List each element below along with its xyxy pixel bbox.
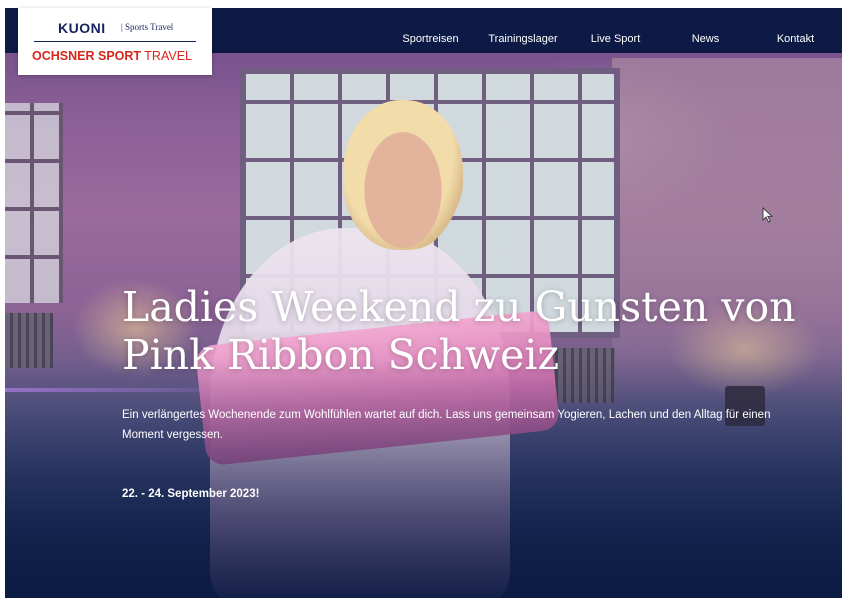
main-navigation: Sportreisen Trainingslager Live Sport Ne… <box>388 16 838 61</box>
nav-item-news[interactable]: News <box>658 33 753 45</box>
nav-link-kontakt[interactable]: Kontakt <box>753 33 838 45</box>
hero-description: Ein verlängertes Wochenende zum Wohlfühl… <box>122 409 771 441</box>
site-logo[interactable]: KUONI | Sports Travel OCHSNER SPORT TRAV… <box>18 8 212 75</box>
nav-link-news[interactable]: News <box>658 33 753 45</box>
logo-kuoni-subtitle: | Sports Travel <box>121 22 174 32</box>
nav-link-trainingslager[interactable]: Trainingslager <box>473 33 573 45</box>
nav-item-live-sport[interactable]: Live Sport <box>573 33 658 45</box>
nav-item-sportreisen[interactable]: Sportreisen <box>388 33 473 45</box>
logo-ochsner: OCHSNER SPORT TRAVEL <box>32 49 192 63</box>
hero-date: 22. - 24. September 2023! <box>122 488 260 500</box>
logo-divider <box>34 41 196 42</box>
hero-title: Ladies Weekend zu Gunsten von Pink Ribbo… <box>122 283 796 379</box>
nav-link-sportreisen[interactable]: Sportreisen <box>388 33 473 45</box>
hero-photo-window-left <box>5 103 63 303</box>
hero-photo-shade <box>5 358 842 598</box>
logo-ochsner-light: TRAVEL <box>141 49 192 63</box>
logo-kuoni: KUONI <box>58 20 106 36</box>
nav-link-live-sport[interactable]: Live Sport <box>573 33 658 45</box>
mouse-pointer-icon <box>762 207 774 223</box>
hero-photo-person-head <box>343 100 463 250</box>
nav-item-kontakt[interactable]: Kontakt <box>753 33 838 45</box>
logo-ochsner-bold: OCHSNER SPORT <box>32 49 142 63</box>
nav-item-trainingslager[interactable]: Trainingslager <box>473 33 573 45</box>
